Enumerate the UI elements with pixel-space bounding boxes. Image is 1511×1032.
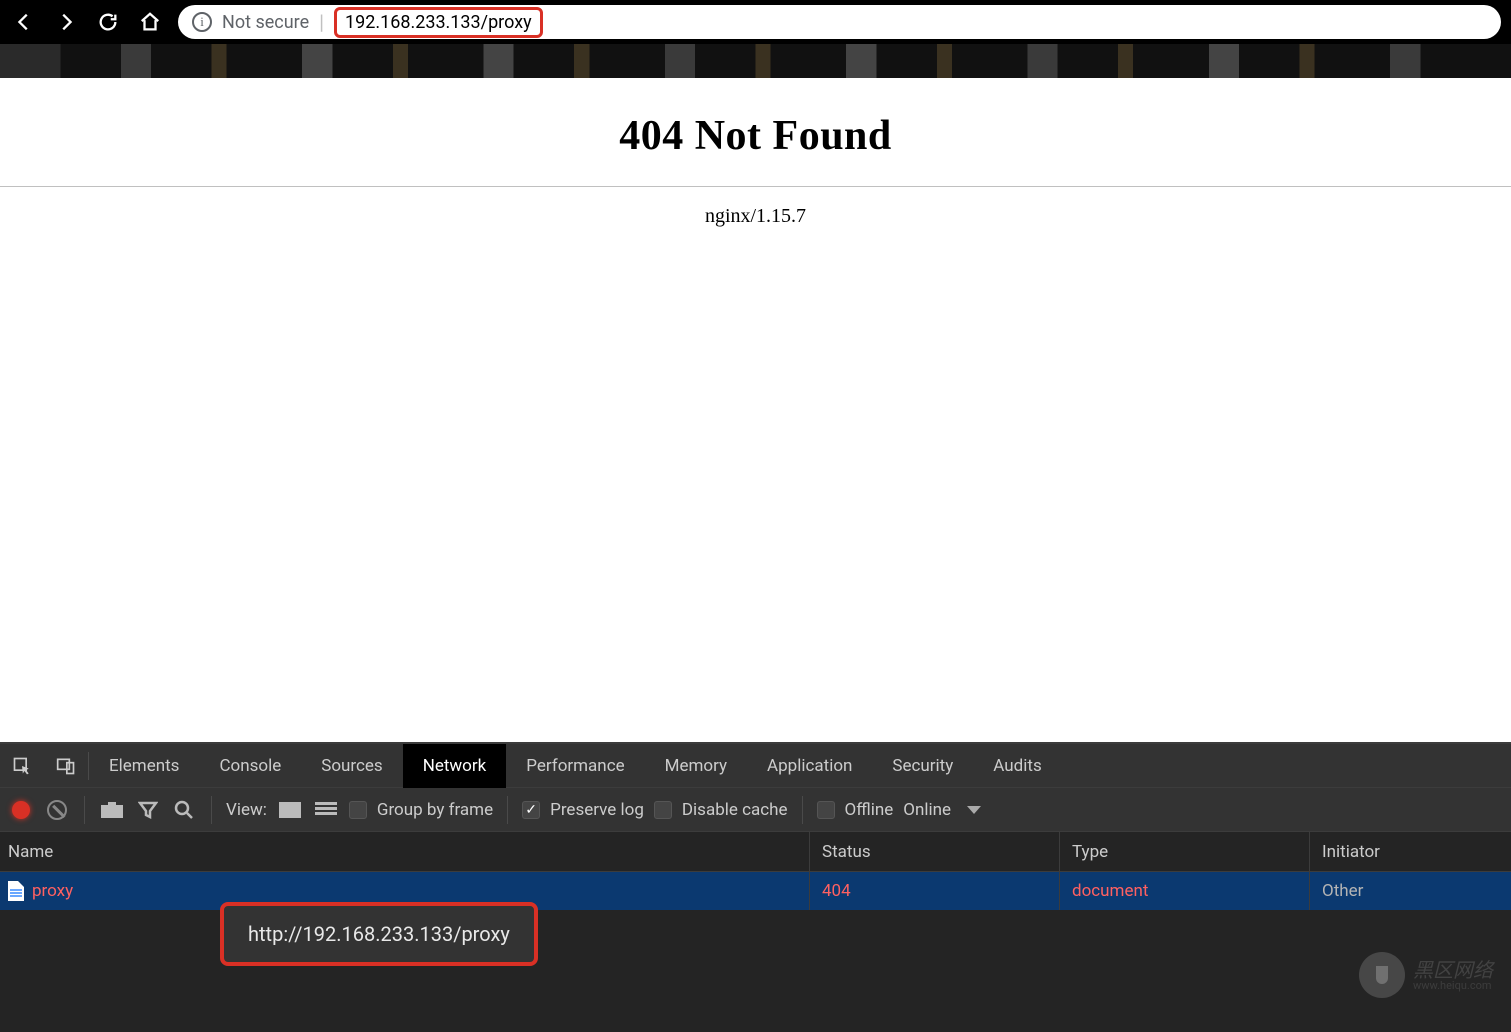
cell-type: document <box>1060 872 1310 910</box>
page-content: 404 Not Found nginx/1.15.7 <box>0 92 1511 228</box>
bookmarks-bar-censored <box>0 44 1511 92</box>
tab-network[interactable]: Network <box>403 744 507 788</box>
column-header-status[interactable]: Status <box>810 832 1060 871</box>
record-button[interactable] <box>8 797 34 823</box>
tab-memory[interactable]: Memory <box>645 744 747 788</box>
watermark: 黑区网络 www.heiqu.com <box>1359 952 1493 998</box>
reload-button[interactable] <box>94 8 122 36</box>
clear-button[interactable] <box>44 797 70 823</box>
column-header-initiator[interactable]: Initiator <box>1310 832 1511 871</box>
tab-elements[interactable]: Elements <box>89 744 199 788</box>
inspect-element-icon[interactable] <box>0 744 44 788</box>
disable-cache-label: Disable cache <box>682 800 788 820</box>
home-button[interactable] <box>136 8 164 36</box>
request-name: proxy <box>32 881 73 901</box>
chevron-down-icon[interactable] <box>967 806 981 814</box>
tab-performance[interactable]: Performance <box>506 744 644 788</box>
url-tooltip: http://192.168.233.133/proxy <box>220 902 538 966</box>
tab-audits[interactable]: Audits <box>973 744 1061 788</box>
view-large-icon[interactable] <box>277 797 303 823</box>
network-table-header: Name Status Type Initiator <box>0 832 1511 872</box>
watermark-sub: www.heiqu.com <box>1413 980 1493 991</box>
column-header-type[interactable]: Type <box>1060 832 1310 871</box>
watermark-main: 黑区网络 <box>1413 960 1493 980</box>
separator <box>507 796 508 824</box>
group-by-frame-checkbox[interactable] <box>349 801 367 819</box>
column-header-name[interactable]: Name <box>0 832 810 871</box>
tab-sources[interactable]: Sources <box>301 744 402 788</box>
separator <box>802 796 803 824</box>
server-line: nginx/1.15.7 <box>0 205 1511 228</box>
document-file-icon <box>8 881 24 901</box>
tab-application[interactable]: Application <box>747 744 872 788</box>
network-toolbar: View: Group by frame Preserve log Disabl… <box>0 788 1511 832</box>
watermark-logo-icon <box>1359 952 1405 998</box>
divider <box>0 186 1511 187</box>
tooltip-text: http://192.168.233.133/proxy <box>248 922 510 946</box>
preserve-log-label: Preserve log <box>550 800 644 820</box>
not-secure-label: Not secure <box>222 12 309 33</box>
group-by-frame-label: Group by frame <box>377 800 493 820</box>
search-icon[interactable] <box>171 797 197 823</box>
address-bar[interactable]: i Not secure | 192.168.233.133/proxy <box>178 5 1501 39</box>
preserve-log-checkbox[interactable] <box>522 801 540 819</box>
offline-label: Offline <box>845 800 894 820</box>
view-waterfall-icon[interactable] <box>313 797 339 823</box>
capture-screenshots-icon[interactable] <box>99 797 125 823</box>
devtools-tabs: Elements Console Sources Network Perform… <box>0 744 1511 788</box>
url-highlight-box: 192.168.233.133/proxy <box>334 7 543 38</box>
separator <box>211 796 212 824</box>
cell-status: 404 <box>810 872 1060 910</box>
offline-checkbox[interactable] <box>817 801 835 819</box>
filter-icon[interactable] <box>135 797 161 823</box>
page-title: 404 Not Found <box>0 112 1511 160</box>
devtools-panel: Elements Console Sources Network Perform… <box>0 742 1511 1032</box>
cell-initiator: Other <box>1310 872 1511 910</box>
url-text: 192.168.233.133/proxy <box>345 12 532 33</box>
tab-security[interactable]: Security <box>872 744 973 788</box>
disable-cache-checkbox[interactable] <box>654 801 672 819</box>
forward-button[interactable] <box>52 8 80 36</box>
separator: | <box>319 10 324 34</box>
separator <box>84 796 85 824</box>
device-toggle-icon[interactable] <box>44 744 88 788</box>
site-info-icon[interactable]: i <box>192 12 212 32</box>
tab-console[interactable]: Console <box>199 744 301 788</box>
view-label: View: <box>226 800 267 820</box>
back-button[interactable] <box>10 8 38 36</box>
throttling-select[interactable]: Online <box>903 800 951 820</box>
browser-toolbar: i Not secure | 192.168.233.133/proxy <box>0 0 1511 44</box>
